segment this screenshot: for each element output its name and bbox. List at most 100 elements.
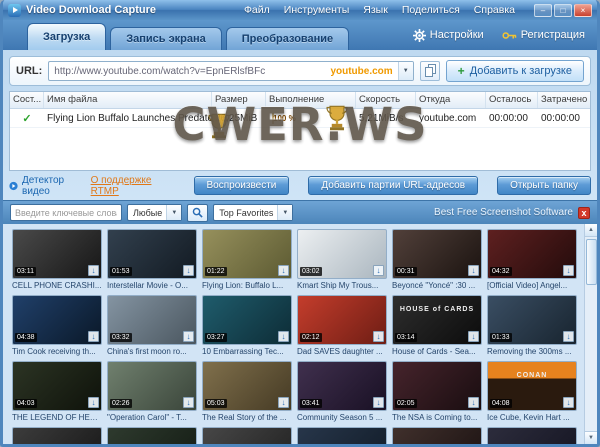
download-icon[interactable]: ↓	[468, 397, 479, 408]
video-item[interactable]: 03:27 ↓ 10 Embarrassing Tec...	[202, 295, 292, 357]
video-thumbnail[interactable]: 03:32 ↓	[107, 295, 197, 345]
video-thumbnail[interactable]: 01:22 ↓	[202, 229, 292, 279]
video-item[interactable]: 02:12 ↓ Dad SAVES daughter ...	[297, 295, 387, 357]
download-icon[interactable]: ↓	[278, 331, 289, 342]
download-icon[interactable]: ↓	[373, 331, 384, 342]
download-icon[interactable]: ↓	[183, 397, 194, 408]
col-remaining[interactable]: Осталось	[486, 92, 538, 108]
video-thumbnail[interactable]: CONAN 04:08 ↓	[487, 361, 577, 411]
col-size[interactable]: Размер	[212, 92, 266, 108]
download-icon[interactable]: ↓	[563, 331, 574, 342]
video-thumbnail[interactable]	[392, 427, 482, 444]
tab-screen-record[interactable]: Запись экрана	[110, 27, 222, 50]
video-item[interactable]: 04:38 ↓ Tim Cook receiving th...	[12, 295, 102, 357]
video-thumbnail[interactable]	[297, 427, 387, 444]
video-item[interactable]: 02:26 ↓ "Operation Carol" - T...	[107, 361, 197, 423]
video-thumbnail[interactable]: 04:32 ↓	[487, 229, 577, 279]
site-selector[interactable]: youtube.com	[325, 66, 397, 77]
col-status[interactable]: Сост...	[10, 92, 44, 108]
col-filename[interactable]: Имя файла	[44, 92, 212, 108]
video-item[interactable]	[107, 427, 197, 444]
url-input[interactable]	[49, 62, 325, 80]
menu-item-share[interactable]: Поделиться	[402, 4, 460, 16]
scroll-thumb[interactable]	[586, 239, 597, 285]
video-item[interactable]: 01:53 ↓ Interstellar Movie - O...	[107, 229, 197, 291]
video-item[interactable]: 03:02 ↓ Kmart Ship My Trous...	[297, 229, 387, 291]
download-icon[interactable]: ↓	[278, 265, 289, 276]
video-thumbnail[interactable]	[12, 427, 102, 444]
video-thumbnail[interactable]	[202, 427, 292, 444]
grid-scrollbar[interactable]: ▲ ▼	[584, 224, 597, 444]
col-progress[interactable]: Выполнение	[266, 92, 356, 108]
video-thumbnail[interactable]: 04:03 ↓	[12, 361, 102, 411]
video-item[interactable]: 03:32 ↓ China's first moon ro...	[107, 295, 197, 357]
video-thumbnail[interactable]: 01:33 ↓	[487, 295, 577, 345]
video-item[interactable]: CONAN 04:08 ↓ Ice Cube, Kevin Hart ...	[487, 361, 577, 423]
site-dropdown-arrow-icon[interactable]: ▼	[398, 62, 413, 80]
scroll-down-button[interactable]: ▼	[585, 431, 598, 444]
promo-link[interactable]: Best Free Screenshot Software	[434, 207, 573, 218]
menu-item-file[interactable]: Файл	[244, 4, 270, 16]
video-item[interactable]: HOUSE of CARDS 03:14 ↓ House of Cards - …	[392, 295, 482, 357]
menu-item-language[interactable]: Язык	[363, 4, 388, 16]
video-thumbnail[interactable]: 03:11 ↓	[12, 229, 102, 279]
rtmp-support-link[interactable]: О поддержке RTMP	[91, 175, 161, 197]
download-icon[interactable]: ↓	[278, 397, 289, 408]
keyword-search-input[interactable]	[10, 204, 122, 221]
settings-button[interactable]: Настройки	[413, 29, 484, 42]
col-speed[interactable]: Скорость	[356, 92, 416, 108]
add-batch-urls-button[interactable]: Добавить партии URL-адресов	[308, 176, 478, 195]
search-button[interactable]	[187, 204, 208, 222]
download-row[interactable]: ✓ Flying Lion Buffalo Launches Predator …	[10, 109, 590, 128]
video-thumbnail[interactable]: 03:41 ↓	[297, 361, 387, 411]
video-item[interactable]: 01:22 ↓ Flying Lion: Buffalo L...	[202, 229, 292, 291]
download-icon[interactable]: ↓	[88, 397, 99, 408]
video-item[interactable]: 04:03 ↓ THE LEGEND OF HER...	[12, 361, 102, 423]
registration-button[interactable]: Регистрация	[502, 29, 585, 41]
video-thumbnail[interactable]: 03:02 ↓	[297, 229, 387, 279]
video-thumbnail[interactable]: HOUSE of CARDS 03:14 ↓	[392, 295, 482, 345]
video-item[interactable]	[392, 427, 482, 444]
download-icon[interactable]: ↓	[183, 331, 194, 342]
download-icon[interactable]: ↓	[183, 265, 194, 276]
download-icon[interactable]: ↓	[88, 331, 99, 342]
open-folder-button[interactable]: Открыть папку	[497, 176, 591, 195]
video-item[interactable]: 02:05 ↓ The NSA is Coming to...	[392, 361, 482, 423]
video-thumbnail[interactable]: 03:27 ↓	[202, 295, 292, 345]
video-item[interactable]: 05:03 ↓ The Real Story of the ...	[202, 361, 292, 423]
video-thumbnail[interactable]	[107, 427, 197, 444]
video-thumbnail[interactable]: 00:31 ↓	[392, 229, 482, 279]
close-button[interactable]: ×	[574, 4, 592, 17]
category-select[interactable]: Top Favorites ▼	[213, 204, 293, 221]
download-icon[interactable]: ↓	[563, 265, 574, 276]
video-item[interactable]: 01:33 ↓ Removing the 300ms ...	[487, 295, 577, 357]
download-icon[interactable]: ↓	[373, 397, 384, 408]
video-detector-toggle[interactable]: Детектор видео	[9, 175, 77, 197]
menu-item-tools[interactable]: Инструменты	[284, 4, 349, 16]
tab-convert[interactable]: Преобразование	[226, 27, 349, 50]
download-icon[interactable]: ↓	[563, 397, 574, 408]
download-icon[interactable]: ↓	[468, 331, 479, 342]
video-item[interactable]	[12, 427, 102, 444]
col-elapsed[interactable]: Затрачено	[538, 92, 588, 108]
download-icon[interactable]: ↓	[468, 265, 479, 276]
video-item[interactable]: 03:41 ↓ Community Season 5 ...	[297, 361, 387, 423]
maximize-button[interactable]: □	[554, 4, 572, 17]
play-button[interactable]: Воспроизвести	[194, 176, 290, 195]
tab-download[interactable]: Загрузка	[27, 23, 106, 50]
video-thumbnail[interactable]: 02:05 ↓	[392, 361, 482, 411]
video-item[interactable]	[202, 427, 292, 444]
video-thumbnail[interactable]: 01:53 ↓	[107, 229, 197, 279]
video-thumbnail[interactable]: 02:26 ↓	[107, 361, 197, 411]
video-item[interactable]: 04:32 ↓ [Official Video] Angel...	[487, 229, 577, 291]
video-thumbnail[interactable]: 05:03 ↓	[202, 361, 292, 411]
col-source[interactable]: Откуда	[416, 92, 486, 108]
minimize-button[interactable]: –	[534, 4, 552, 17]
promo-close-button[interactable]: x	[578, 207, 590, 219]
video-thumbnail[interactable]: 02:12 ↓	[297, 295, 387, 345]
video-thumbnail[interactable]	[487, 427, 577, 444]
video-item[interactable]: 00:31 ↓ Beyoncé "Yoncé" :30 ...	[392, 229, 482, 291]
video-item[interactable]	[487, 427, 577, 444]
download-icon[interactable]: ↓	[88, 265, 99, 276]
download-icon[interactable]: ↓	[373, 265, 384, 276]
